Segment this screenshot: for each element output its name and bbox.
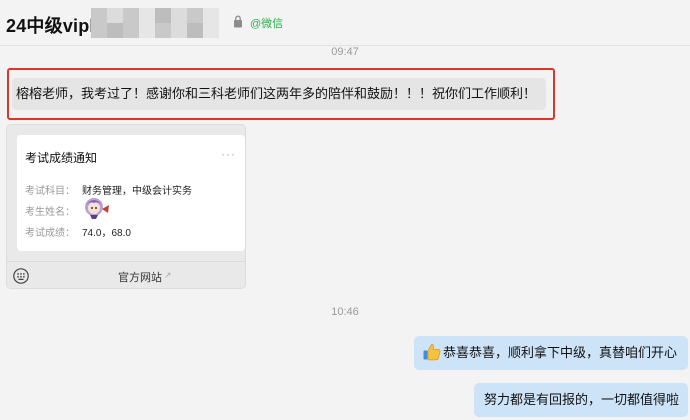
more-icon[interactable]: ··· bbox=[221, 147, 236, 161]
card-title: 考试成绩通知 bbox=[25, 151, 98, 165]
lock-icon bbox=[234, 15, 242, 28]
source-label: @微信 bbox=[250, 18, 284, 30]
card-footer[interactable]: 官方网站 ↗ bbox=[7, 261, 245, 289]
subject-label: 考试科目： bbox=[25, 186, 75, 197]
keyboard-icon[interactable] bbox=[13, 268, 29, 284]
chat-header: 24中级vipl @微信 bbox=[0, 0, 690, 46]
sent-message-text: 恭喜恭喜，顺利拿下中级，真替咱们开心 bbox=[443, 345, 678, 360]
redacted-name-mosaic bbox=[91, 8, 219, 38]
timestamp: 09:47 bbox=[331, 46, 359, 58]
link-icon: ↗ bbox=[164, 270, 172, 280]
avatar-sticker-icon bbox=[85, 198, 109, 219]
timestamp: 10:46 bbox=[331, 306, 359, 318]
score-label: 考试成绩： bbox=[25, 228, 75, 239]
thumbs-up-icon bbox=[423, 344, 441, 361]
highlight-box bbox=[7, 68, 555, 120]
sent-message-bubble[interactable]: 恭喜恭喜，顺利拿下中级，真替咱们开心 bbox=[414, 336, 688, 370]
score-notice-card[interactable]: 考试成绩通知 ··· 考试科目： 财务管理，中级会计实务 考生姓名： 考试成绩：… bbox=[6, 124, 246, 289]
name-label: 考生姓名： bbox=[25, 207, 75, 218]
official-site-link[interactable]: 官方网站 bbox=[118, 269, 162, 285]
chat-title[interactable]: 24中级vipl bbox=[6, 12, 95, 38]
score-value: 74.0，68.0 bbox=[82, 228, 131, 239]
sent-message-bubble[interactable]: 努力都是有回报的，一切都值得啦 bbox=[474, 383, 688, 417]
